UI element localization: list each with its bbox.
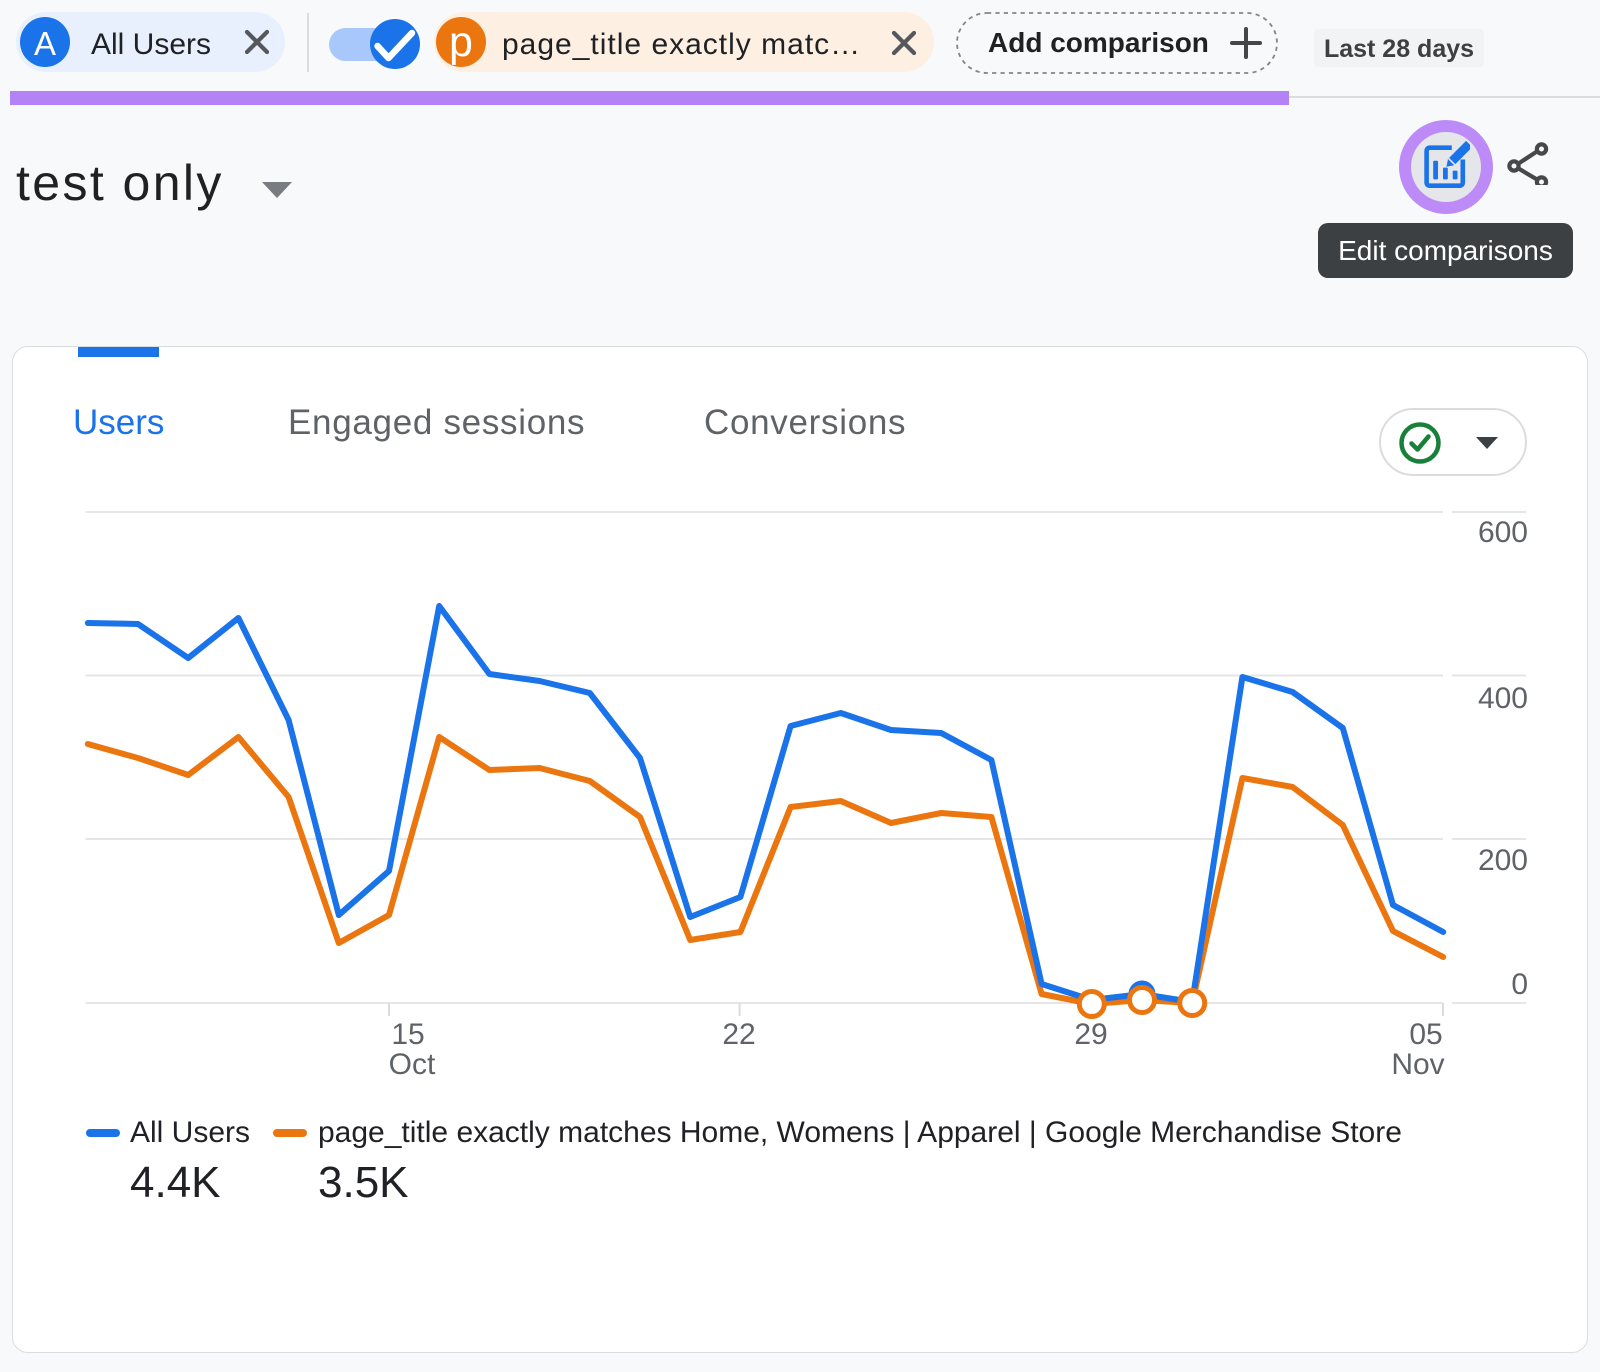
svg-text:0: 0	[1511, 968, 1528, 1001]
svg-text:Oct: Oct	[389, 1048, 436, 1081]
svg-text:29: 29	[1074, 1018, 1107, 1051]
svg-text:22: 22	[722, 1018, 755, 1051]
svg-text:05: 05	[1409, 1018, 1442, 1051]
svg-text:15: 15	[391, 1018, 424, 1051]
svg-text:Nov: Nov	[1391, 1048, 1444, 1081]
svg-text:200: 200	[1478, 844, 1528, 877]
svg-text:600: 600	[1478, 516, 1528, 549]
svg-text:400: 400	[1478, 682, 1528, 715]
